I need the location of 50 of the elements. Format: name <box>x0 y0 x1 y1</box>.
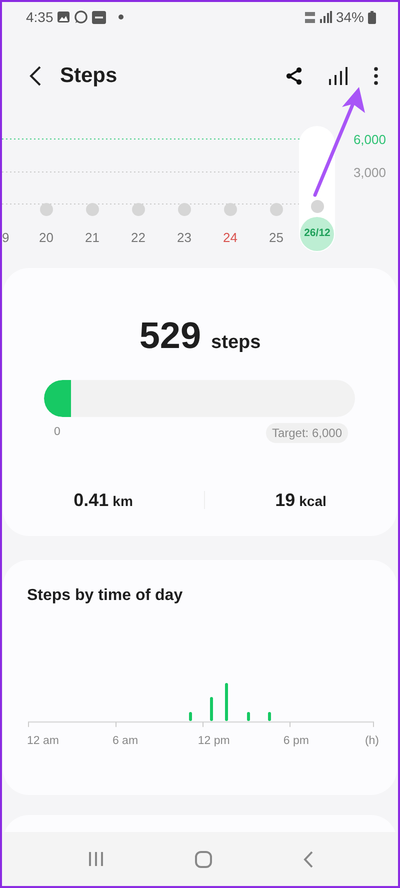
day-dot <box>40 203 53 216</box>
selected-day-column[interactable]: 26/12 <box>299 126 336 252</box>
day-dot <box>86 203 99 216</box>
gallery-icon <box>57 11 70 23</box>
bar <box>189 712 192 721</box>
stat-unit: kcal <box>299 492 326 510</box>
app-icon <box>92 10 106 24</box>
axis-label: 12 pm <box>198 734 231 749</box>
chat-icon <box>74 10 88 24</box>
stat-value: 0.41 <box>74 488 109 512</box>
axis-label: (h) <box>364 734 379 749</box>
bar <box>225 683 228 721</box>
day-label[interactable]: 22 <box>131 228 146 246</box>
goal-axis-label: 6,000 <box>353 131 386 149</box>
step-unit: steps <box>211 331 261 355</box>
battery-icon <box>368 10 376 24</box>
day-dot <box>132 203 145 216</box>
axis-label: 12 am <box>27 734 60 749</box>
battery-percent: 34% <box>336 8 364 26</box>
bar-chart-icon[interactable] <box>327 65 350 87</box>
selected-day-label: 26/12 <box>300 217 334 251</box>
day-dot <box>270 203 283 216</box>
bar <box>268 712 271 721</box>
day-dot <box>178 203 191 216</box>
stat-value: 19 <box>275 488 296 512</box>
home-icon[interactable] <box>192 848 214 870</box>
page-title: Steps <box>60 63 118 90</box>
stat-unit: km <box>112 492 133 510</box>
day-label[interactable]: 20 <box>39 228 54 246</box>
day-dot <box>224 203 237 216</box>
axis-label: 6 am <box>112 734 140 749</box>
signal-icon <box>320 11 332 23</box>
day-label[interactable]: 25 <box>269 228 284 246</box>
more-options-icon[interactable] <box>372 65 380 87</box>
axis-label: 6 pm <box>283 734 310 749</box>
step-count: 529 <box>139 314 202 358</box>
status-time: 4:35 <box>26 8 54 26</box>
day-label[interactable]: 9 <box>2 228 10 246</box>
day-label[interactable]: 24 <box>223 228 238 246</box>
day-dot <box>310 200 324 213</box>
bar <box>247 712 250 721</box>
target-label: Target: 6,000 <box>266 422 348 442</box>
bar <box>210 697 213 721</box>
start-label: 0 <box>54 424 60 440</box>
day-label[interactable]: 23 <box>177 228 192 246</box>
notification-dot-icon <box>118 14 124 20</box>
day-label[interactable]: 21 <box>85 228 100 246</box>
volte-icon <box>304 10 316 24</box>
card-title: Steps by time of day <box>27 586 184 606</box>
axis-label: 3,000 <box>353 164 386 182</box>
